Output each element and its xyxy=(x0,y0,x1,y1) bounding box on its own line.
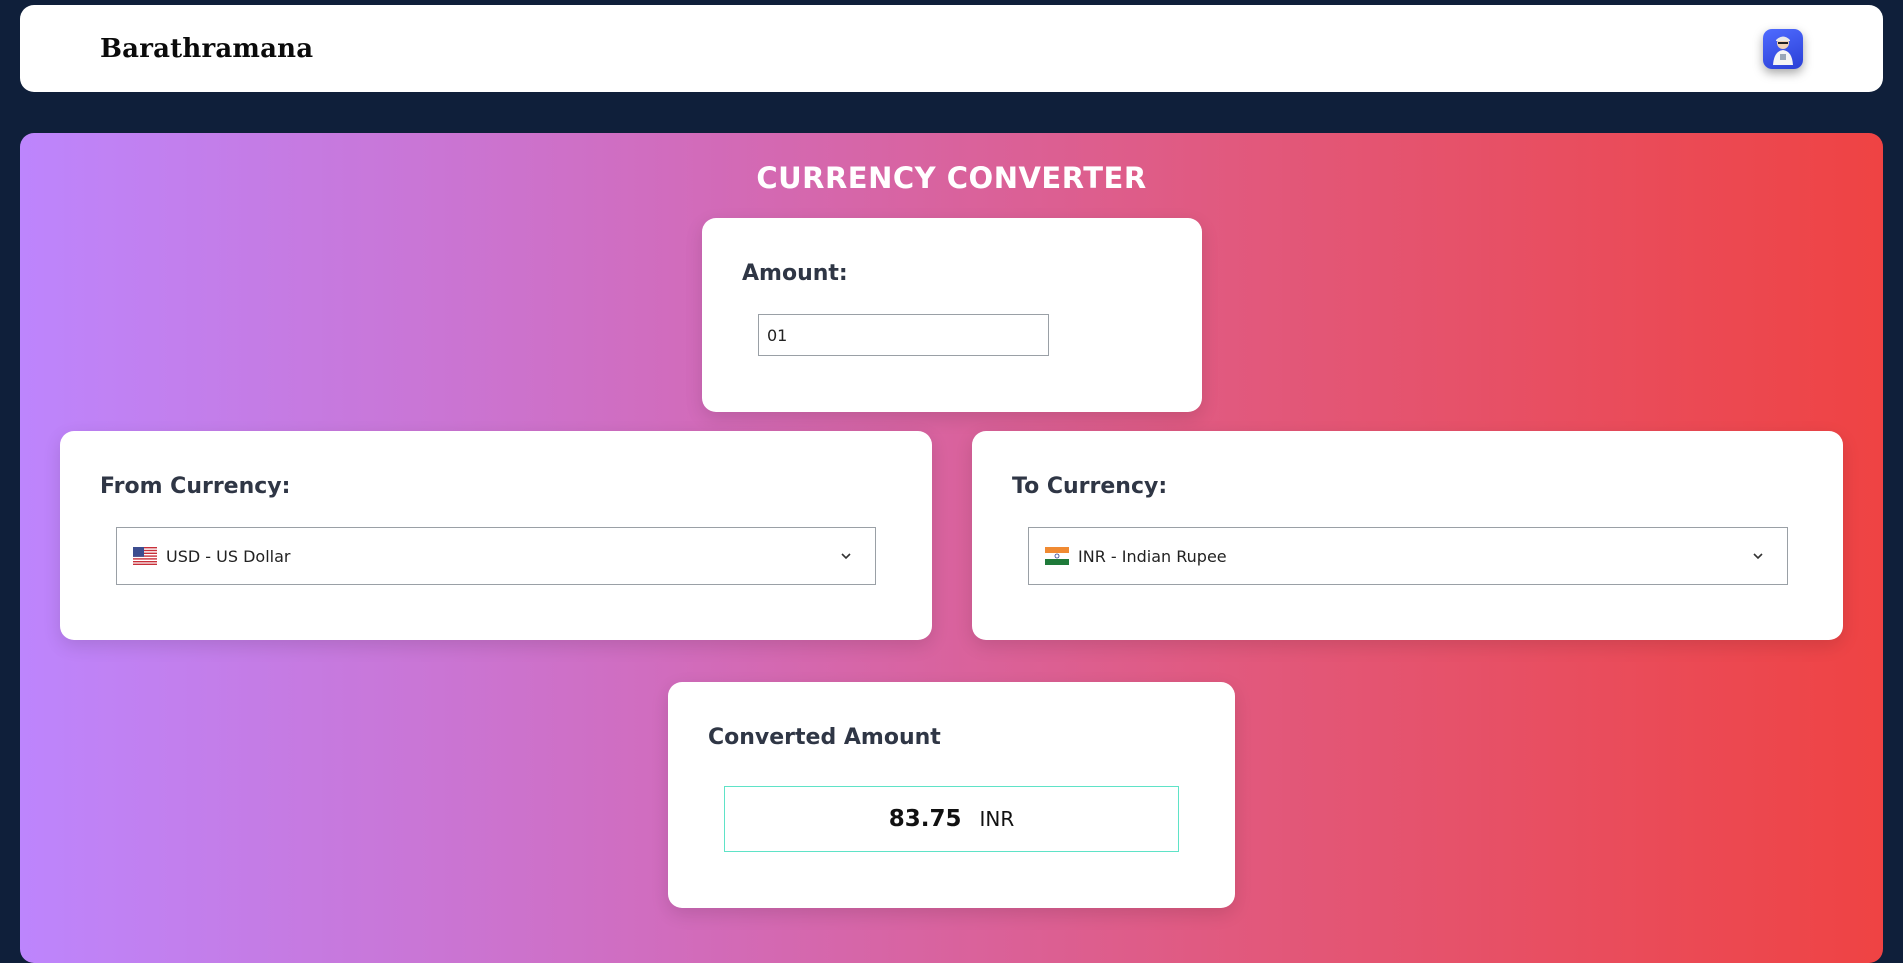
converted-currency-code: INR xyxy=(979,807,1015,831)
avatar-figure-icon xyxy=(1773,36,1793,65)
brand-title: Barathramana xyxy=(100,33,314,64)
converted-amount-value: 83.75 xyxy=(888,806,962,832)
to-currency-label: To Currency: xyxy=(1012,474,1168,499)
india-flag-icon xyxy=(1045,547,1069,565)
converted-amount-label: Converted Amount xyxy=(708,725,941,750)
from-currency-select[interactable]: USD - US Dollar xyxy=(116,527,876,585)
navbar: Barathramana xyxy=(20,5,1883,92)
amount-card: Amount: xyxy=(702,218,1202,412)
us-flag-icon xyxy=(133,547,157,565)
from-currency-value: USD - US Dollar xyxy=(166,546,291,566)
amount-input[interactable] xyxy=(758,314,1049,356)
converted-amount-card: Converted Amount 83.75 INR xyxy=(668,682,1235,908)
from-currency-label: From Currency: xyxy=(100,474,291,499)
chevron-down-icon xyxy=(1753,553,1763,560)
converted-amount-box: 83.75 INR xyxy=(724,786,1179,852)
to-currency-value: INR - Indian Rupee xyxy=(1078,546,1227,566)
to-currency-select[interactable]: INR - Indian Rupee xyxy=(1028,527,1788,585)
to-currency-card: To Currency: INR - Indian Rupee xyxy=(972,431,1843,640)
from-currency-card: From Currency: USD - US Dollar xyxy=(60,431,932,640)
converter-panel: CURRENCY CONVERTER Amount: From Currency… xyxy=(20,133,1883,963)
page-title: CURRENCY CONVERTER xyxy=(756,161,1147,195)
chevron-down-icon xyxy=(841,553,851,560)
amount-label: Amount: xyxy=(742,261,848,286)
user-avatar-icon[interactable] xyxy=(1763,28,1803,69)
